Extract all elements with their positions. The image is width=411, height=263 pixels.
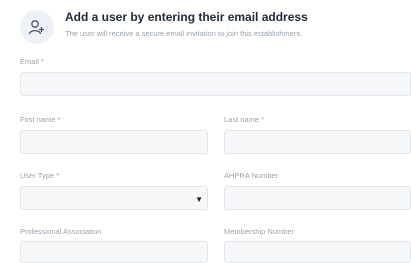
last-name-field[interactable]	[224, 130, 411, 154]
ahpra-number-label: AHPRA Number	[224, 171, 279, 180]
email-label: Email *	[20, 57, 44, 66]
last-name-label: Last name *	[224, 115, 265, 124]
user-type-select[interactable]: ▼	[20, 186, 208, 210]
professional-association-label: Professional Association	[20, 227, 102, 236]
form-header: Add a user by entering their email addre…	[20, 8, 400, 44]
page-subtitle: The user will receive a secure email inv…	[65, 29, 303, 38]
page-title: Add a user by entering their email addre…	[65, 10, 308, 24]
membership-number-field[interactable]	[224, 241, 411, 263]
first-name-label: First name *	[20, 115, 61, 124]
ahpra-number-field[interactable]	[224, 186, 411, 210]
email-field[interactable]	[20, 72, 411, 96]
user-type-label: User Type *	[20, 171, 60, 180]
first-name-field[interactable]	[20, 130, 208, 154]
add-user-icon	[20, 10, 54, 44]
membership-number-label: Membership Number	[224, 227, 295, 236]
professional-association-field[interactable]	[20, 241, 208, 263]
dropdown-arrow-icon[interactable]: ▼	[195, 196, 203, 204]
